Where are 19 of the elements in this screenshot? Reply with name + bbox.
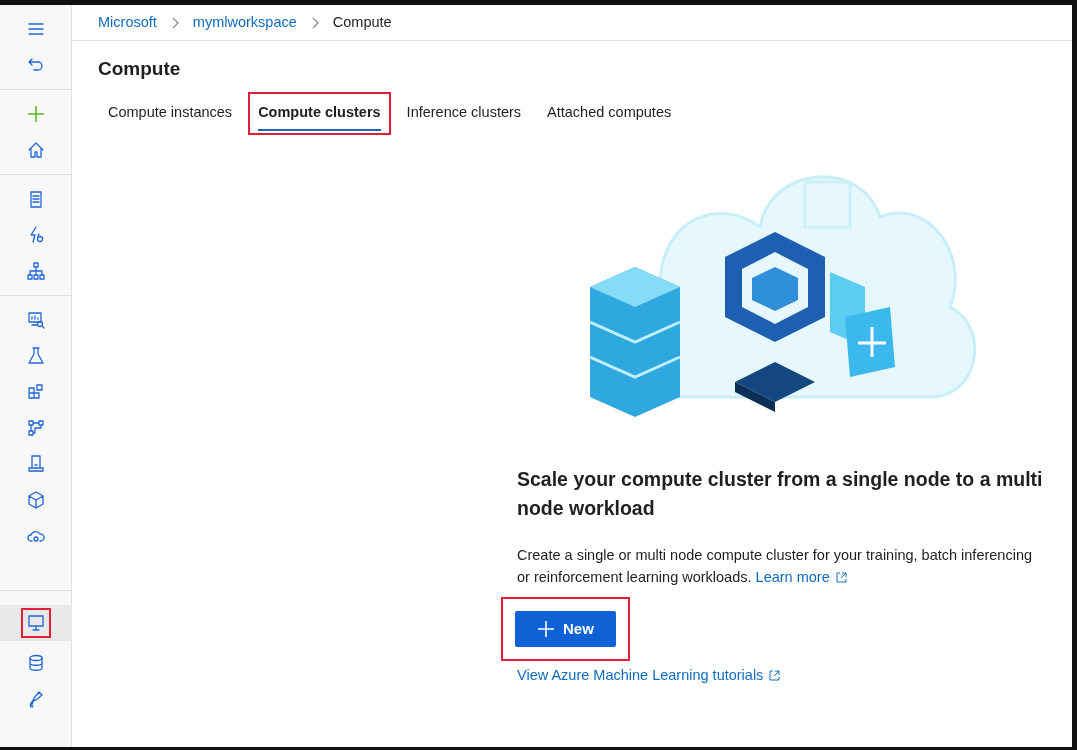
new-button[interactable]: New [515,610,616,648]
learn-more-link[interactable]: Learn more [755,569,847,586]
empty-state-description: Create a single or multi node compute cluster for your training, batch inferencing or reinforcement learning workloads. Learn more [517,545,1034,588]
page-title: Compute [98,57,182,81]
empty-state-heading: Scale your compute cluster from a single node to a multi node workload [517,467,1044,521]
tab[interactable]: Attached computes [537,91,682,136]
chevron-icon [170,17,179,30]
chevron-icon [310,17,319,30]
tab[interactable]: Inference clusters [396,91,532,136]
plus-icon [537,619,555,638]
breadcrumb-item[interactable]: Microsoft [98,11,157,34]
breadcrumb-item: Compute [332,12,392,32]
sidebar-item[interactable] [0,605,72,641]
tab[interactable]: Compute clusters [248,91,391,136]
breadcrumb-item[interactable]: mymlworkspace [192,11,297,34]
tab[interactable]: Compute instances [98,91,243,136]
external-link-icon [835,572,847,584]
external-link-icon [769,670,781,682]
tutorials-link[interactable]: View Azure Machine Learning tutorials [517,665,781,687]
